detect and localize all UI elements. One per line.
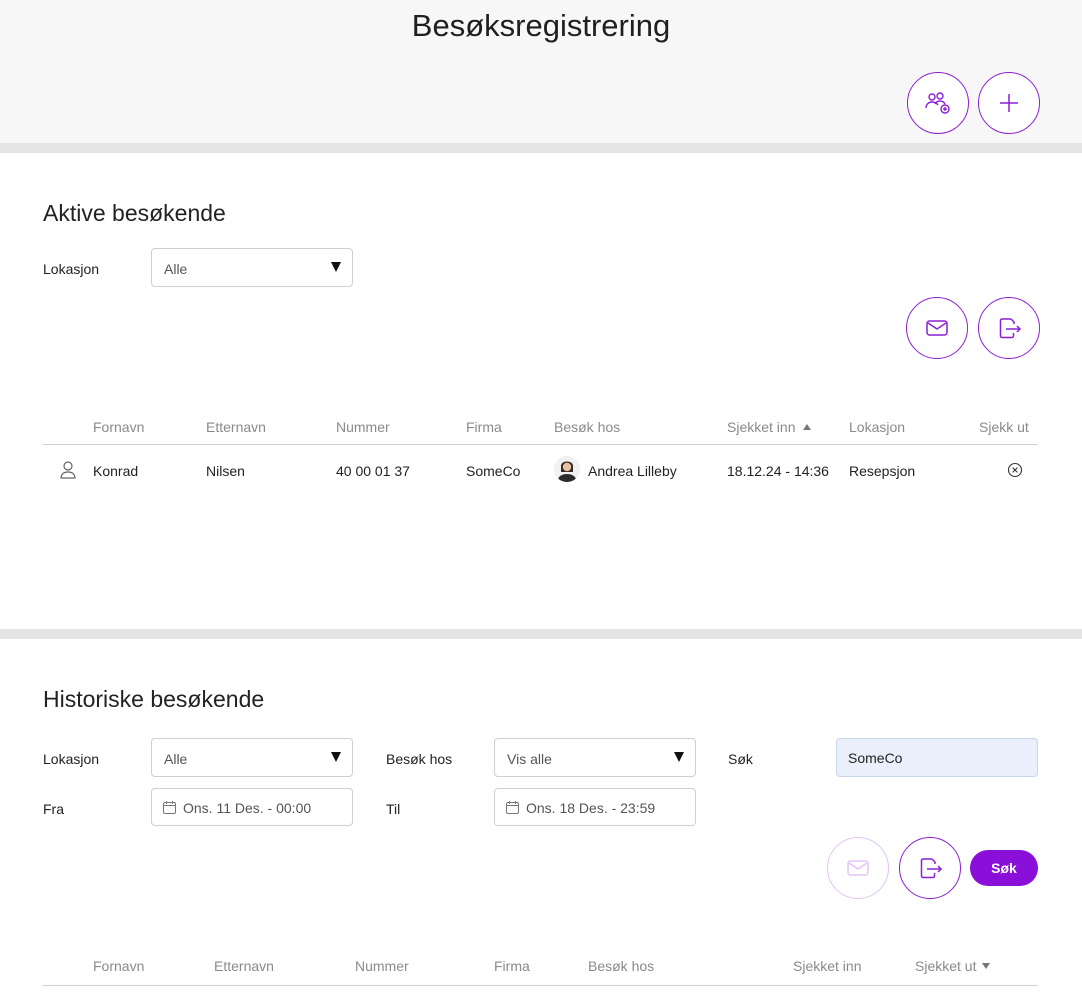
history-column-firma[interactable]: Firma bbox=[494, 958, 530, 974]
active-export-button[interactable] bbox=[978, 297, 1040, 359]
active-visitors-title: Aktive besøkende bbox=[43, 200, 226, 226]
section-divider bbox=[0, 143, 1082, 153]
add-visitor-button[interactable] bbox=[978, 72, 1040, 134]
column-header-sjekk-ut[interactable]: Sjekk ut bbox=[979, 419, 1029, 435]
history-location-label: Lokasjon bbox=[43, 751, 100, 767]
row-fornavn: Konrad bbox=[93, 463, 139, 479]
group-add-icon bbox=[925, 92, 950, 114]
history-email-button[interactable] bbox=[827, 837, 889, 899]
row-besok-hos: Andrea Lilleby bbox=[588, 463, 677, 479]
calendar-icon bbox=[163, 801, 176, 814]
visit-host-select[interactable]: Vis alle bbox=[494, 738, 696, 777]
dropdown-arrow-icon bbox=[674, 752, 684, 762]
active-location-label: Lokasjon bbox=[43, 261, 100, 277]
from-label: Fra bbox=[43, 801, 64, 817]
history-location-value: Alle bbox=[164, 751, 188, 767]
section-divider bbox=[0, 629, 1082, 639]
search-label: Søk bbox=[728, 751, 753, 767]
from-date-input[interactable]: Ons. 11 Des. - 00:00 bbox=[151, 788, 353, 826]
row-etternavn: Nilsen bbox=[206, 463, 245, 479]
column-header-besok-hos[interactable]: Besøk hos bbox=[554, 419, 620, 435]
table-header-divider bbox=[43, 444, 1038, 445]
column-header-fornavn[interactable]: Fornavn bbox=[93, 419, 144, 435]
to-date-input[interactable]: Ons. 18 Des. - 23:59 bbox=[494, 788, 696, 826]
column-header-firma[interactable]: Firma bbox=[466, 419, 502, 435]
to-date-value: Ons. 18 Des. - 23:59 bbox=[526, 800, 656, 816]
column-header-lokasjon[interactable]: Lokasjon bbox=[849, 419, 905, 435]
dropdown-arrow-icon bbox=[331, 262, 341, 272]
export-icon bbox=[999, 318, 1022, 339]
search-button[interactable]: Søk bbox=[970, 850, 1038, 886]
history-column-sjekket-ut[interactable]: Sjekket ut bbox=[915, 958, 991, 974]
history-column-etternavn[interactable]: Etternavn bbox=[214, 958, 274, 974]
row-lokasjon: Resepsjon bbox=[849, 463, 916, 479]
history-column-sjekket-ut-label: Sjekket ut bbox=[915, 958, 977, 974]
calendar-icon bbox=[506, 801, 519, 814]
column-header-etternavn[interactable]: Etternavn bbox=[206, 419, 266, 435]
mail-icon bbox=[926, 320, 948, 336]
history-column-sjekket-inn[interactable]: Sjekket inn bbox=[793, 958, 861, 974]
add-visitor-group-button[interactable] bbox=[907, 72, 969, 134]
plus-icon bbox=[1000, 94, 1018, 112]
checkout-icon[interactable] bbox=[1007, 462, 1023, 478]
history-export-button[interactable] bbox=[899, 837, 961, 899]
row-sjekket-inn: 18.12.24 - 14:36 bbox=[727, 463, 829, 479]
visit-host-value: Vis alle bbox=[507, 751, 552, 767]
visit-host-label: Besøk hos bbox=[386, 751, 453, 767]
active-location-value: Alle bbox=[164, 261, 188, 277]
row-nummer: 40 00 01 37 bbox=[336, 463, 410, 479]
history-column-besok-hos[interactable]: Besøk hos bbox=[588, 958, 654, 974]
history-column-nummer[interactable]: Nummer bbox=[355, 958, 409, 974]
active-location-select[interactable]: Alle bbox=[151, 248, 353, 287]
page-title: Besøksregistrering bbox=[411, 8, 671, 43]
history-column-fornavn[interactable]: Fornavn bbox=[93, 958, 144, 974]
table-header-divider bbox=[43, 985, 1038, 986]
history-visitors-title: Historiske besøkende bbox=[43, 686, 265, 712]
avatar bbox=[554, 456, 580, 482]
column-header-sjekket-inn[interactable]: Sjekket inn bbox=[727, 419, 812, 435]
row-firma: SomeCo bbox=[466, 463, 521, 479]
export-icon bbox=[920, 858, 943, 879]
from-date-value: Ons. 11 Des. - 00:00 bbox=[183, 800, 312, 816]
sort-descending-icon bbox=[982, 963, 991, 969]
sort-ascending-icon bbox=[803, 424, 812, 430]
history-location-select[interactable]: Alle bbox=[151, 738, 353, 777]
person-icon bbox=[60, 461, 76, 479]
column-header-sjekket-inn-label: Sjekket inn bbox=[727, 419, 796, 435]
dropdown-arrow-icon bbox=[331, 752, 341, 762]
search-input[interactable] bbox=[836, 738, 1038, 777]
active-email-button[interactable] bbox=[906, 297, 968, 359]
column-header-nummer[interactable]: Nummer bbox=[336, 419, 390, 435]
mail-icon bbox=[847, 860, 869, 876]
to-label: Til bbox=[386, 801, 401, 817]
host-avatar-icon bbox=[554, 456, 580, 482]
